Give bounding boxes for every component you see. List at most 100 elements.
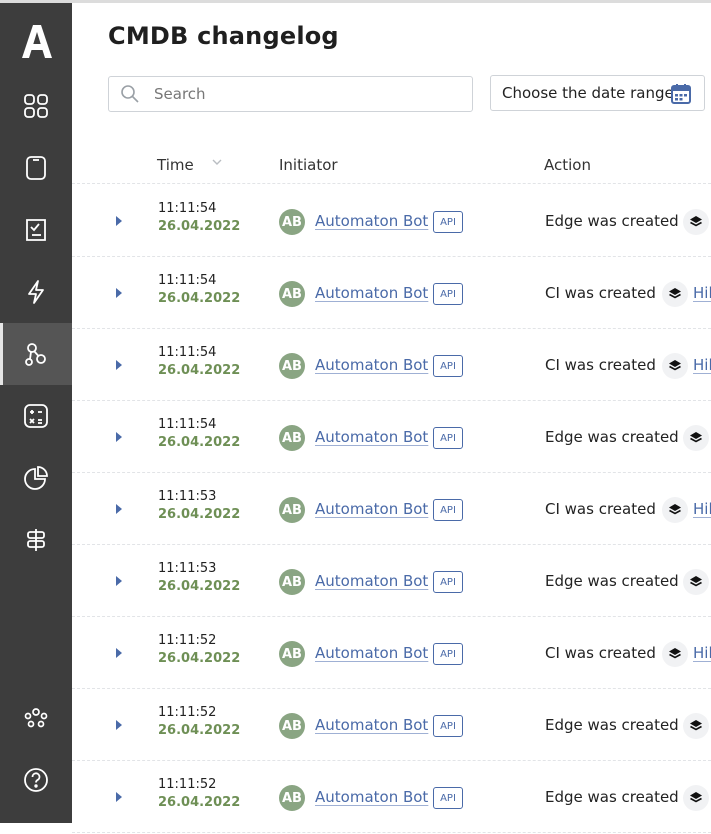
action-text: CI was created [545, 356, 656, 374]
search-input[interactable] [152, 84, 446, 104]
layers-icon [662, 497, 688, 523]
action-text: Edge was created [545, 428, 679, 446]
expand-row-icon[interactable] [115, 287, 123, 299]
api-badge: API [433, 427, 463, 449]
ci-link[interactable]: Hil [693, 644, 711, 662]
initiator-link[interactable]: Automaton Bot [315, 572, 428, 590]
nav-item-calculations[interactable] [0, 385, 72, 447]
search-box[interactable] [108, 76, 473, 112]
ci-link[interactable]: Hil [693, 284, 711, 302]
row-date: 26.04.2022 [158, 723, 241, 738]
date-range-button[interactable]: Choose the date range [490, 75, 705, 111]
nav-item-dashboard[interactable] [0, 75, 72, 137]
device-icon [26, 156, 46, 180]
calendar-icon [671, 84, 691, 104]
row-date: 26.04.2022 [158, 291, 241, 306]
expand-row-icon[interactable] [115, 431, 123, 443]
sort-desc-icon[interactable] [212, 158, 222, 166]
layers-icon [662, 641, 688, 667]
nav-item-help[interactable] [0, 749, 72, 811]
logo-icon[interactable] [18, 21, 56, 61]
row-date: 26.04.2022 [158, 579, 241, 594]
avatar: AB [279, 209, 305, 235]
page-title: CMDB changelog [108, 22, 339, 50]
initiator-link[interactable]: Automaton Bot [315, 428, 428, 446]
avatar: AB [279, 353, 305, 379]
row-time: 11:11:53 [158, 489, 217, 504]
row-time: 11:11:53 [158, 561, 217, 576]
row-divider [72, 183, 711, 184]
row-divider [72, 544, 711, 545]
initiator-link[interactable]: Automaton Bot [315, 284, 428, 302]
row-time: 11:11:54 [158, 345, 217, 360]
expand-row-icon[interactable] [115, 359, 123, 371]
layers-icon [683, 785, 709, 811]
expand-row-icon[interactable] [115, 215, 123, 227]
grid-icon [24, 94, 48, 118]
initiator-link[interactable]: Automaton Bot [315, 788, 428, 806]
row-divider [72, 400, 711, 401]
api-badge: API [433, 499, 463, 521]
table-row[interactable]: 11:11:53 26.04.2022 AB Automaton Bot API Edge… [72, 546, 711, 618]
table-row[interactable]: 11:11:53 26.04.2022 AB Automaton Bot API CI w… [72, 474, 711, 546]
nav-item-reports[interactable] [0, 447, 72, 509]
date-range-label: Choose the date range [502, 84, 674, 102]
avatar: AB [279, 785, 305, 811]
row-time: 11:11:52 [158, 705, 217, 720]
row-divider [72, 472, 711, 473]
table-row[interactable]: 11:11:54 26.04.2022 AB Automaton Bot API CI w… [72, 330, 711, 402]
initiator-link[interactable]: Automaton Bot [315, 500, 428, 518]
column-header-initiator: Initiator [279, 156, 338, 174]
ci-link[interactable]: Hil [693, 500, 711, 518]
help-icon [24, 768, 48, 792]
expand-row-icon[interactable] [115, 503, 123, 515]
initiator-link[interactable]: Automaton Bot [315, 356, 428, 374]
api-badge: API [433, 283, 463, 305]
calculator-icon [24, 404, 48, 428]
action-text: Edge was created [545, 572, 679, 590]
initiator-link[interactable]: Automaton Bot [315, 644, 428, 662]
action-text: CI was created [545, 644, 656, 662]
row-time: 11:11:54 [158, 417, 217, 432]
action-text: Edge was created [545, 716, 679, 734]
table-row[interactable]: 11:11:52 26.04.2022 AB Automaton Bot API CI w… [72, 618, 711, 690]
checklist-icon [26, 219, 46, 241]
nav-item-cmdb[interactable] [0, 323, 72, 385]
row-date: 26.04.2022 [158, 651, 241, 666]
column-header-action: Action [544, 156, 591, 174]
expand-row-icon[interactable] [115, 647, 123, 659]
initiator-link[interactable]: Automaton Bot [315, 212, 428, 230]
expand-row-icon[interactable] [115, 719, 123, 731]
table-row[interactable]: 11:11:54 26.04.2022 AB Automaton Bot API Edge… [72, 402, 711, 474]
nav-item-events[interactable] [0, 261, 72, 323]
nav-item-devices[interactable] [0, 137, 72, 199]
nav-item-teams[interactable] [0, 687, 72, 749]
signpost-icon [27, 529, 45, 551]
search-icon [121, 85, 139, 103]
api-badge: API [433, 643, 463, 665]
top-border [0, 0, 711, 3]
api-badge: API [433, 211, 463, 233]
avatar: AB [279, 497, 305, 523]
table-row[interactable]: 11:11:54 26.04.2022 AB Automaton Bot API CI w… [72, 258, 711, 330]
expand-row-icon[interactable] [115, 791, 123, 803]
expand-row-icon[interactable] [115, 575, 123, 587]
column-header-time[interactable]: Time [157, 156, 194, 174]
initiator-link[interactable]: Automaton Bot [315, 716, 428, 734]
avatar: AB [279, 281, 305, 307]
row-divider [72, 832, 711, 833]
nav-item-routes[interactable] [0, 509, 72, 571]
layers-icon [683, 209, 709, 235]
api-badge: API [433, 355, 463, 377]
ci-link[interactable]: Hil [693, 356, 711, 374]
table-row[interactable]: 11:11:52 26.04.2022 AB Automaton Bot API Edge… [72, 762, 711, 834]
table-row[interactable]: 11:11:54 26.04.2022 AB Automaton Bot API Edge… [72, 186, 711, 258]
action-text: Edge was created [545, 212, 679, 230]
layers-icon [662, 281, 688, 307]
row-divider [72, 760, 711, 761]
nav-item-checklists[interactable] [0, 199, 72, 261]
action-text: CI was created [545, 284, 656, 302]
row-date: 26.04.2022 [158, 507, 241, 522]
table-row[interactable]: 11:11:52 26.04.2022 AB Automaton Bot API Edge… [72, 690, 711, 762]
row-divider [72, 256, 711, 257]
